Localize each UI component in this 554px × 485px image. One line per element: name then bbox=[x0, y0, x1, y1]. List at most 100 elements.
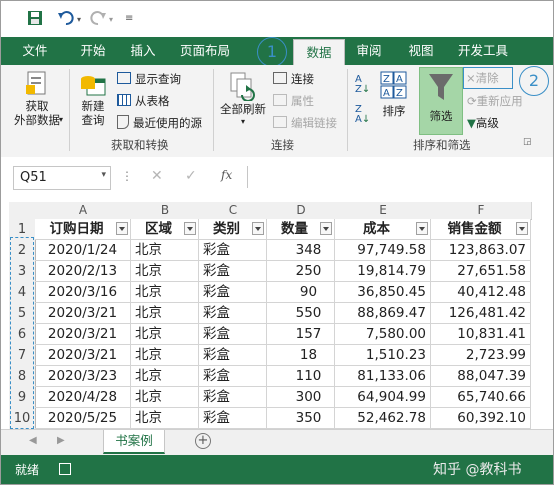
sort-asc-button[interactable]: A Z↓ bbox=[355, 75, 370, 95]
dialog-launcher-icon[interactable]: ◲ bbox=[523, 137, 532, 147]
table-cell[interactable]: 19,814.79 bbox=[335, 261, 431, 282]
table-cell[interactable]: 40,412.48 bbox=[431, 282, 531, 303]
table-cell[interactable]: 2020/3/23 bbox=[35, 366, 131, 387]
table-cell[interactable]: 7,580.00 bbox=[335, 324, 431, 345]
sheet-tab-active[interactable]: 书案例 bbox=[103, 430, 165, 454]
table-cell[interactable]: 90 bbox=[267, 282, 335, 303]
table-cell[interactable]: 18 bbox=[267, 345, 335, 366]
undo-dropdown-icon[interactable]: ▾ bbox=[77, 15, 81, 24]
table-cell[interactable]: 65,740.66 bbox=[431, 387, 531, 408]
table-cell[interactable]: 126,481.42 bbox=[431, 303, 531, 324]
table-cell[interactable]: 北京 bbox=[131, 408, 199, 429]
table-cell[interactable]: 北京 bbox=[131, 366, 199, 387]
table-cell[interactable]: 北京 bbox=[131, 345, 199, 366]
insert-function-icon[interactable]: fx bbox=[221, 168, 232, 182]
table-cell[interactable]: 彩盒 bbox=[199, 345, 267, 366]
filter-dropdown-icon[interactable] bbox=[116, 222, 128, 235]
table-cell[interactable]: 北京 bbox=[131, 261, 199, 282]
table-cell[interactable]: 2020/2/13 bbox=[35, 261, 131, 282]
customize-qat-icon[interactable]: ≡ bbox=[125, 13, 133, 24]
table-cell[interactable]: 彩盒 bbox=[199, 387, 267, 408]
column-header-e[interactable]: E bbox=[335, 202, 432, 220]
table-cell[interactable]: 157 bbox=[267, 324, 335, 345]
refresh-all-button[interactable]: 全部刷新 ▾ bbox=[219, 71, 267, 126]
column-header-a[interactable]: A bbox=[35, 202, 132, 220]
table-cell[interactable]: 2020/3/21 bbox=[35, 324, 131, 345]
table-cell[interactable]: 2020/3/21 bbox=[35, 303, 131, 324]
scroll-left-icon[interactable]: ◀ bbox=[29, 435, 37, 446]
cancel-icon[interactable]: ✕ bbox=[151, 168, 163, 184]
table-cell[interactable]: 彩盒 bbox=[199, 240, 267, 261]
formula-input[interactable] bbox=[247, 166, 548, 188]
tab-page-layout[interactable]: 页面布局 bbox=[175, 37, 235, 65]
reapply-button[interactable]: ⟳重新应用 bbox=[467, 93, 523, 109]
connections-button[interactable]: 连接 bbox=[273, 71, 314, 87]
sort-desc-button[interactable]: Z A↓ bbox=[355, 105, 370, 125]
tab-developer[interactable]: 开发工具 bbox=[453, 37, 513, 65]
clear-filter-button[interactable]: ⨯清除 bbox=[463, 67, 513, 89]
column-title[interactable]: 成本 bbox=[335, 219, 431, 240]
table-cell[interactable]: 北京 bbox=[131, 303, 199, 324]
filter-dropdown-icon[interactable] bbox=[516, 222, 528, 235]
column-header-d[interactable]: D bbox=[267, 202, 336, 220]
from-table-button[interactable]: 从表格 bbox=[117, 93, 170, 109]
enter-icon[interactable]: ✓ bbox=[185, 168, 197, 184]
column-header-f[interactable]: F bbox=[431, 202, 532, 220]
table-cell[interactable]: 彩盒 bbox=[199, 282, 267, 303]
tab-insert[interactable]: 插入 bbox=[119, 37, 167, 65]
show-query-button[interactable]: 显示查询 bbox=[117, 71, 181, 87]
macro-record-icon[interactable] bbox=[59, 463, 71, 475]
table-cell[interactable]: 348 bbox=[267, 240, 335, 261]
table-cell[interactable]: 2,723.99 bbox=[431, 345, 531, 366]
table-cell[interactable]: 北京 bbox=[131, 387, 199, 408]
select-all-corner[interactable] bbox=[9, 202, 36, 220]
table-cell[interactable]: 550 bbox=[267, 303, 335, 324]
tab-home[interactable]: 开始 bbox=[69, 37, 117, 65]
properties-button[interactable]: 属性 bbox=[273, 93, 314, 109]
column-header-b[interactable]: B bbox=[131, 202, 200, 220]
get-external-dropdown-icon[interactable]: ▾ bbox=[59, 115, 63, 124]
refresh-dropdown-icon[interactable]: ▾ bbox=[219, 117, 267, 126]
table-cell[interactable]: 110 bbox=[267, 366, 335, 387]
tab-file[interactable]: 文件 bbox=[11, 37, 59, 65]
table-cell[interactable]: 北京 bbox=[131, 282, 199, 303]
table-cell[interactable]: 300 bbox=[267, 387, 335, 408]
table-cell[interactable]: 彩盒 bbox=[199, 324, 267, 345]
table-cell[interactable]: 1,510.23 bbox=[335, 345, 431, 366]
table-cell[interactable]: 88,047.39 bbox=[431, 366, 531, 387]
table-cell[interactable]: 2020/1/24 bbox=[35, 240, 131, 261]
add-sheet-icon[interactable]: + bbox=[195, 433, 211, 449]
advanced-filter-button[interactable]: ▼高级 bbox=[467, 115, 499, 131]
undo-icon[interactable] bbox=[57, 10, 75, 29]
tab-data[interactable]: 数据 bbox=[293, 39, 345, 67]
table-cell[interactable]: 10,831.41 bbox=[431, 324, 531, 345]
column-header-c[interactable]: C bbox=[199, 202, 268, 220]
save-icon[interactable] bbox=[27, 10, 43, 29]
edit-links-button[interactable]: 编辑链接 bbox=[273, 115, 337, 131]
table-cell[interactable]: 彩盒 bbox=[199, 303, 267, 324]
table-cell[interactable]: 27,651.58 bbox=[431, 261, 531, 282]
table-cell[interactable]: 88,869.47 bbox=[335, 303, 431, 324]
column-title[interactable]: 区域 bbox=[131, 219, 199, 240]
table-cell[interactable]: 彩盒 bbox=[199, 366, 267, 387]
filter-dropdown-icon[interactable] bbox=[184, 222, 196, 235]
table-cell[interactable]: 彩盒 bbox=[199, 261, 267, 282]
table-cell[interactable]: 64,904.99 bbox=[335, 387, 431, 408]
scroll-right-icon[interactable]: ▶ bbox=[57, 435, 65, 446]
column-title[interactable]: 销售金额 bbox=[431, 219, 531, 240]
tab-view[interactable]: 视图 bbox=[399, 37, 443, 65]
new-query-button[interactable]: 新建 查询 bbox=[73, 71, 113, 127]
filter-dropdown-icon[interactable] bbox=[416, 222, 428, 235]
sort-button[interactable]: ZAAZ 排序 bbox=[379, 71, 409, 119]
recent-sources-button[interactable]: 最近使用的源 bbox=[117, 115, 202, 131]
table-cell[interactable]: 52,462.78 bbox=[335, 408, 431, 429]
table-cell[interactable]: 123,863.07 bbox=[431, 240, 531, 261]
redo-icon[interactable] bbox=[89, 10, 107, 29]
table-cell[interactable]: 2020/5/25 bbox=[35, 408, 131, 429]
get-external-data-button[interactable]: 获取 外部数据 bbox=[9, 71, 65, 127]
table-cell[interactable]: 彩盒 bbox=[199, 408, 267, 429]
filter-button[interactable]: 筛选 bbox=[419, 67, 463, 135]
table-cell[interactable]: 北京 bbox=[131, 324, 199, 345]
column-title[interactable]: 数量 bbox=[267, 219, 335, 240]
name-box[interactable]: Q51 ▾ bbox=[13, 166, 111, 190]
